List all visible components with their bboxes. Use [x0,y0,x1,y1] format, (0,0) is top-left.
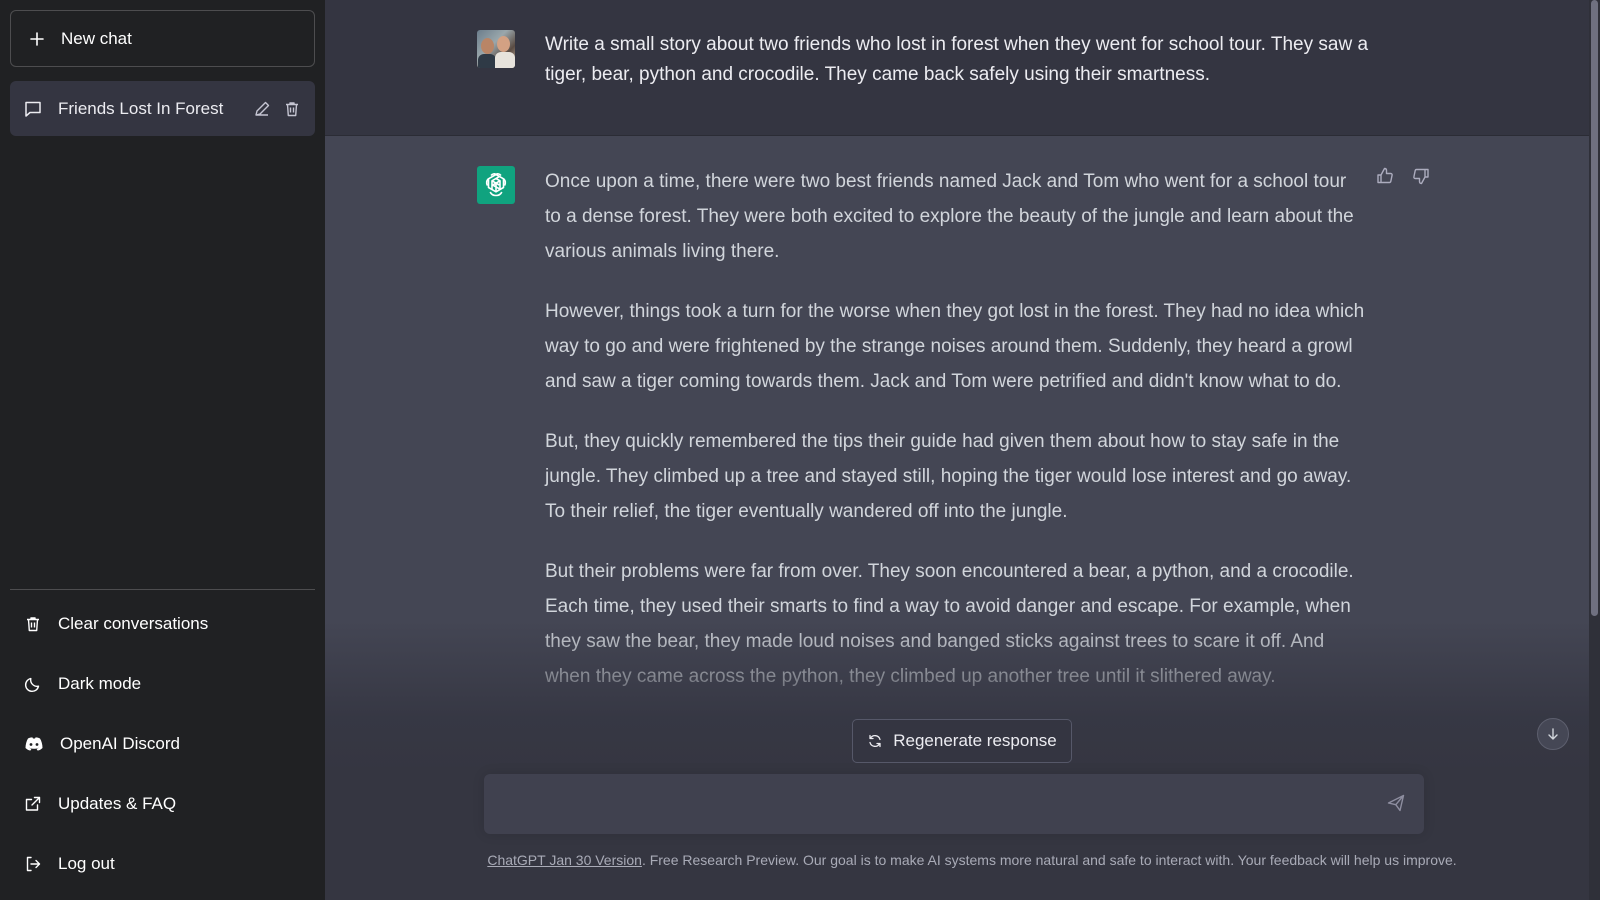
external-link-icon [24,795,42,813]
send-icon[interactable] [1386,793,1406,813]
new-chat-button[interactable]: New chat [10,10,315,67]
clear-conversations-label: Clear conversations [58,614,209,633]
refresh-icon [867,733,883,749]
assistant-paragraph: But their problems were far from over. T… [545,561,1354,687]
footer-text: . Free Research Preview. Our goal is to … [641,852,1457,868]
scroll-down-button[interactable] [1537,718,1569,750]
updates-faq-link[interactable]: Updates & FAQ [10,774,315,834]
user-message-text: Write a small story about two friends wh… [545,34,1369,85]
thumbs-down-icon[interactable] [1411,166,1431,186]
conversation-item[interactable]: Friends Lost In Forest [10,81,315,136]
user-message-row: Write a small story about two friends wh… [325,0,1589,136]
clear-conversations-button[interactable]: Clear conversations [10,594,315,654]
edit-icon[interactable] [253,100,271,118]
conversation-title: Friends Lost In Forest [58,98,224,118]
trash-icon [24,615,42,633]
openai-discord-link[interactable]: OpenAI Discord [10,714,315,774]
log-out-label: Log out [58,854,115,873]
regenerate-response-button[interactable]: Regenerate response [852,719,1072,763]
log-out-button[interactable]: Log out [10,834,315,894]
scrollbar[interactable] [1589,0,1600,900]
sidebar: New chat Friends Lost In Forest Clear co… [0,0,325,900]
chat-bubble-icon [24,100,42,118]
moon-icon [24,675,42,693]
updates-faq-label: Updates & FAQ [58,794,177,813]
assistant-paragraph: But, they quickly remembered the tips th… [545,431,1352,522]
thumbs-up-icon[interactable] [1375,166,1395,186]
assistant-paragraph: Once upon a time, there were two best fr… [545,171,1354,262]
assistant-paragraph: However, things took a turn for the wors… [545,301,1365,392]
chat-main: Write a small story about two friends wh… [325,0,1600,900]
openai-discord-label: OpenAI Discord [60,734,180,753]
footer-disclaimer: ChatGPT Jan 30 Version. Free Research Pr… [325,852,1589,868]
dark-mode-button[interactable]: Dark mode [10,654,315,714]
openai-logo-icon [477,166,515,204]
message-input[interactable] [500,774,1360,834]
regenerate-response-label: Regenerate response [893,731,1057,750]
version-link[interactable]: ChatGPT Jan 30 Version [487,852,642,868]
feedback-buttons [1375,166,1431,186]
new-chat-label: New chat [61,28,132,48]
logout-icon [24,855,42,873]
user-avatar [477,30,515,68]
scrollbar-thumb[interactable] [1591,0,1598,616]
dark-mode-label: Dark mode [58,674,142,693]
sidebar-bottom-menu: Clear conversations Dark mode OpenAI Dis… [10,589,315,894]
discord-icon [24,736,44,752]
plus-icon [29,31,45,47]
message-input-box [484,774,1424,834]
assistant-message-text: Once upon a time, there were two best fr… [545,164,1365,719]
trash-icon[interactable] [283,100,301,118]
